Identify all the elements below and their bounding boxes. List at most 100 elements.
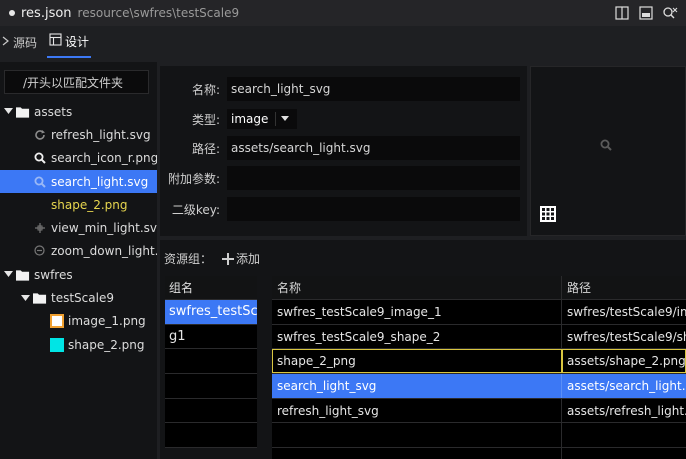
layout-icon [49, 33, 62, 49]
tree-folder-assets[interactable]: assets [0, 100, 157, 123]
table-row[interactable]: refresh_light_svg assets/refresh_light.s [272, 398, 686, 424]
resource-group-panel: 资源组： 添加 组名 swfres_testSc g1 名称 路径 swfres… [160, 240, 686, 459]
group-row[interactable]: g1 [165, 324, 257, 350]
prop-path-row: 路径: [160, 135, 527, 161]
add-group-button[interactable]: 添加 [222, 250, 260, 267]
table-gutter [257, 276, 272, 459]
tree-file-search-icon-r[interactable]: search_icon_r.png [0, 147, 157, 170]
table-row-empty[interactable] [272, 423, 686, 449]
table-row-empty[interactable] [272, 448, 686, 459]
resource-name: swfres_testScale9_image_1 [272, 300, 562, 324]
plus-icon [222, 252, 235, 265]
prop-path-label: 路径: [191, 141, 220, 156]
group-row-empty[interactable] [165, 398, 257, 424]
folder-open-icon [16, 105, 30, 119]
resource-path: swfres/testScale9/sh [567, 329, 686, 344]
chevron-down-icon [281, 116, 289, 121]
file-tree: assets refresh_light.svg search_icon_r.p… [0, 100, 157, 356]
group-header-label: 资源组： [164, 252, 213, 266]
search-icon [33, 175, 47, 189]
expand-arrow-icon[interactable] [3, 107, 13, 117]
expand-arrow-icon[interactable] [20, 293, 30, 303]
chevron-right-icon [2, 35, 10, 49]
properties-panel: 名称: 类型: image 路径: 附加参数: 二级key: [160, 66, 527, 236]
tab-source-label: 源码 [13, 35, 38, 50]
resource-path: swfres/testScale9/im [567, 305, 686, 319]
prop-name-row: 名称: [160, 76, 527, 102]
resource-tree-panel: assets refresh_light.svg search_icon_r.p… [0, 62, 157, 459]
toggle-panel-icon[interactable] [636, 3, 656, 23]
prop-type-label: 类型: [191, 112, 220, 127]
tree-file-search-light[interactable]: search_light.svg [0, 169, 157, 194]
prop-extra-label: 附加参数: [167, 171, 220, 186]
expand-arrow-icon[interactable] [3, 270, 13, 280]
group-header: 资源组： 添加 [164, 250, 260, 267]
path-field[interactable] [227, 136, 520, 160]
group-row-empty[interactable] [165, 374, 257, 399]
resource-name: swfres_testScale9_shape_2 [272, 324, 562, 349]
refresh-icon [33, 128, 47, 142]
col-name-header[interactable]: 名称 [272, 276, 562, 299]
zoom-out-icon [33, 244, 47, 258]
blank-file-icon [33, 198, 47, 212]
editor-actions [612, 3, 680, 23]
subkey-field[interactable] [227, 197, 520, 221]
search-icon [600, 139, 612, 151]
tab-design[interactable]: 设计 [47, 26, 92, 58]
tree-file-refresh-light[interactable]: refresh_light.svg [0, 123, 157, 146]
folder-open-icon [16, 268, 30, 282]
add-group-label: 添加 [236, 252, 261, 266]
select-divider [275, 112, 276, 126]
prop-subkey-row: 二级key: [160, 196, 527, 222]
tree-filter-input[interactable] [4, 70, 149, 94]
resource-path: assets/shape_2.png [562, 349, 686, 374]
image-swatch-icon [50, 314, 64, 329]
col-path-header[interactable]: 路径 [562, 276, 686, 299]
prop-subkey-label: 二级key: [171, 202, 220, 217]
preview-panel [530, 66, 686, 236]
prop-type-row: 类型: image [160, 106, 527, 132]
tab-design-label: 设计 [65, 34, 90, 49]
unsaved-dot-icon [9, 10, 15, 16]
resource-name: shape_2_png [272, 349, 562, 374]
grid-toggle-icon[interactable] [540, 206, 556, 222]
shape-swatch-icon [50, 337, 64, 352]
resource-table: 名称 路径 swfres_testScale9_image_1 swfres/t… [272, 276, 686, 459]
compare-search-icon[interactable] [660, 3, 680, 23]
title-bar: res.json resource\swfres\testScale9 [0, 0, 686, 26]
search-icon [33, 151, 47, 165]
tree-folder-swfres[interactable]: swfres [0, 263, 157, 286]
table-row[interactable]: swfres_testScale9_shape_2 swfres/testSca… [272, 324, 686, 350]
resource-path: assets/search_light.s [567, 379, 686, 394]
table-row[interactable]: shape_2_png assets/shape_2.png [272, 349, 686, 375]
type-select[interactable]: image [227, 109, 297, 129]
move-icon [33, 221, 47, 235]
type-select-value: image [231, 112, 269, 126]
tree-file-shape-2-assets[interactable]: shape_2.png [0, 193, 157, 216]
view-tabs: 源码 设计 [0, 26, 686, 58]
resource-path: assets/refresh_light.s [567, 403, 686, 418]
resource-name: search_light_svg [272, 374, 562, 398]
table-row[interactable]: search_light_svg assets/search_light.s [272, 374, 686, 399]
group-row-empty[interactable] [165, 423, 257, 449]
group-row[interactable]: swfres_testSc [165, 300, 257, 325]
table-row[interactable]: swfres_testScale9_image_1 swfres/testSca… [272, 300, 686, 325]
tree-file-zoom-down-light[interactable]: zoom_down_light.svg [0, 240, 157, 263]
group-table: 组名 swfres_testSc g1 [165, 276, 257, 449]
group-row-empty[interactable] [165, 349, 257, 375]
file-title: res.json [21, 5, 72, 21]
resource-name: refresh_light_svg [272, 398, 562, 423]
tab-source[interactable]: 源码 [0, 26, 39, 58]
tree-folder-testscale9[interactable]: testScale9 [0, 286, 157, 309]
resource-table-header: 名称 路径 [272, 276, 686, 300]
group-column-header: 组名 [165, 276, 257, 300]
extra-params-field[interactable] [227, 166, 520, 190]
tree-file-image-1[interactable]: image_1.png [0, 310, 157, 333]
prop-name-label: 名称: [191, 82, 220, 97]
tree-file-view-min-light[interactable]: view_min_light.svg [0, 216, 157, 239]
file-path: resource\swfres\testScale9 [77, 6, 240, 20]
folder-open-icon [33, 291, 47, 305]
tree-file-shape-2-swfres[interactable]: shape_2.png [0, 333, 157, 356]
name-field[interactable] [227, 77, 520, 101]
split-editor-icon[interactable] [612, 3, 632, 23]
